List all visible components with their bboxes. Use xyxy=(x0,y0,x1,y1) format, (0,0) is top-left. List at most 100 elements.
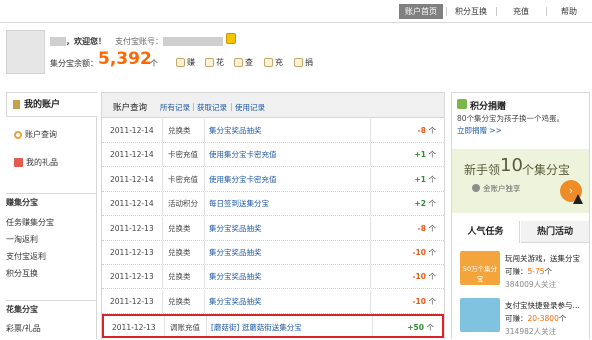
tab-popular-tasks[interactable]: 人气任务 xyxy=(452,221,520,243)
avatar[interactable] xyxy=(6,30,45,74)
spend-section-heading: 花集分宝 xyxy=(6,300,97,314)
record-row: 2011-12-13 调账充值 [蘑菇街] 逛蘑菇街送集分宝 +50 个 xyxy=(102,314,444,340)
sidebar-title-label: 我的账户 xyxy=(24,100,61,110)
recharge-action[interactable]: 充 xyxy=(264,57,283,68)
sidebar-item-etao-rebate[interactable]: 一淘返利 xyxy=(6,233,97,247)
cursor-icon xyxy=(573,194,583,204)
nav-points-exchange[interactable]: 积分互换 xyxy=(449,4,493,19)
record-unit: 个 xyxy=(428,296,437,306)
welcome-line: ，欢迎您！ xyxy=(50,36,106,47)
tab-hot-events[interactable]: 热门活动 xyxy=(521,221,589,243)
sidebar-item-task-earn[interactable]: 任务赚集分宝 xyxy=(6,216,97,230)
alipay-account-label: 支付宝账号： xyxy=(115,37,163,46)
right-column: 积分捐赠 80个集分宝为孩子换一个鸡蛋。 立即捐赠 >> 新手领 10 个集分宝… xyxy=(451,92,590,339)
check-action-label: 查 xyxy=(245,58,253,67)
record-desc[interactable]: [蘑菇街] 逛蘑菇街送集分宝 xyxy=(211,316,302,340)
balance-label: 集分宝余额： xyxy=(50,59,98,68)
earn-section-heading: 赚集分宝 xyxy=(6,193,97,207)
sidebar-item-points-exchange[interactable]: 积分互换 xyxy=(6,267,97,281)
record-unit: 个 xyxy=(428,199,437,209)
banner-sub: 金账户独享 xyxy=(483,184,521,193)
record-type: 卡密充值 xyxy=(168,174,198,184)
task-title[interactable]: 支付宝快捷登录参与… xyxy=(505,300,580,311)
record-type: 活动积分 xyxy=(168,199,198,209)
task-earn-value: 5-75 xyxy=(527,267,545,276)
newbie-banner[interactable]: 新手领 10 个集分宝 金账户独享 › xyxy=(452,149,589,213)
record-unit: 个 xyxy=(426,323,435,333)
spend-icon xyxy=(205,58,214,67)
column-divider xyxy=(164,316,165,337)
record-amount: -10 xyxy=(412,272,426,282)
panel-header: 账户查询 所有记录 | 获取记录 | 使用记录 xyxy=(102,93,444,118)
earn-action-label: 赚 xyxy=(187,58,195,67)
check-action[interactable]: 查 xyxy=(234,57,253,68)
record-type: 兑换类 xyxy=(168,248,191,257)
record-unit: 个 xyxy=(428,272,437,282)
nav-divider xyxy=(496,7,497,16)
column-divider xyxy=(204,265,205,289)
sidebar-item-lottery-gifts[interactable]: 彩票/礼品 xyxy=(6,322,97,336)
tab-earn-records[interactable]: 获取记录 xyxy=(197,102,227,113)
nav-help[interactable]: 帮助 xyxy=(549,4,589,19)
record-row: 2011-12-14 活动积分 每日签到送集分宝 +2 个 xyxy=(102,192,444,217)
record-desc[interactable]: 使用集分宝卡密充值 xyxy=(209,168,277,192)
record-unit: 个 xyxy=(428,174,437,184)
column-divider xyxy=(204,167,205,191)
earn-action[interactable]: 赚 xyxy=(176,57,195,68)
record-type: 调账充值 xyxy=(170,323,200,333)
task-earn: 可赚：20-3800个 xyxy=(505,313,566,324)
record-date: 2011-12-13 xyxy=(110,248,154,257)
sidebar-title[interactable]: 我的账户 xyxy=(6,92,97,117)
spend-action[interactable]: 花 xyxy=(205,57,224,68)
task-title[interactable]: 玩闯关游戏，送集分宝 xyxy=(505,253,580,264)
record-desc[interactable]: 集分宝奖品抽奖 xyxy=(209,241,262,265)
recharge-action-label: 充 xyxy=(275,58,283,67)
column-divider xyxy=(204,143,205,167)
record-desc[interactable]: 集分宝奖品抽奖 xyxy=(209,119,262,143)
record-desc[interactable]: 每日签到送集分宝 xyxy=(209,192,269,216)
top-divider xyxy=(0,22,592,23)
task-thumbnail[interactable] xyxy=(460,298,500,332)
tab-all-records[interactable]: 所有记录 xyxy=(160,102,190,113)
record-row: 2011-12-13 兑换类 集分宝奖品抽奖 -8 个 xyxy=(102,216,444,241)
donate-icon xyxy=(294,58,303,67)
nav-recharge[interactable]: 充值 xyxy=(499,4,543,19)
masked-account xyxy=(163,37,223,46)
record-amount: -8 xyxy=(417,126,426,135)
nav-account-home[interactable]: 账户首页 xyxy=(399,4,443,19)
sidebar-item-account-query[interactable]: 账户查询 xyxy=(6,128,97,142)
column-divider xyxy=(204,216,205,240)
tab-use-records[interactable]: 使用记录 xyxy=(235,102,265,113)
record-desc[interactable]: 使用集分宝卡密充值 xyxy=(209,143,277,167)
column-divider xyxy=(162,216,163,240)
task-earn-label: 可赚： xyxy=(505,314,528,323)
task-thumbnail[interactable]: 50万个集分宝 xyxy=(460,251,500,285)
search-icon xyxy=(14,130,22,139)
donate-action[interactable]: 捐 xyxy=(294,57,313,68)
home-icon xyxy=(13,100,20,109)
record-desc[interactable]: 集分宝奖品抽奖 xyxy=(209,217,262,241)
sidebar-item-my-gifts[interactable]: 我的礼品 xyxy=(6,156,97,170)
donate-link[interactable]: 立即捐赠 >> xyxy=(457,125,502,136)
column-divider xyxy=(370,119,371,142)
column-divider xyxy=(204,289,205,313)
record-unit: 个 xyxy=(428,248,437,257)
sidebar-item-label: 账户查询 xyxy=(25,130,57,139)
recharge-icon xyxy=(264,58,273,67)
record-desc[interactable]: 集分宝奖品抽奖 xyxy=(209,265,262,289)
gold-account-icon xyxy=(472,184,480,192)
column-divider xyxy=(204,241,205,264)
column-divider xyxy=(204,192,205,216)
tab-divider: | xyxy=(192,102,195,111)
sidebar-item-alipay-rebate[interactable]: 支付宝返利 xyxy=(6,250,97,264)
record-type: 兑换类 xyxy=(168,223,191,233)
record-desc[interactable]: 集分宝奖品抽奖 xyxy=(209,290,262,314)
nav-divider xyxy=(546,7,547,16)
record-date: 2011-12-13 xyxy=(110,223,154,233)
column-divider xyxy=(370,167,371,191)
column-divider xyxy=(162,167,163,191)
donate-desc: 80个集分宝为孩子换一个鸡蛋。 xyxy=(457,114,565,123)
record-row: 2011-12-13 兑换类 集分宝奖品抽奖 -10 个 xyxy=(102,289,444,314)
sidebar: 我的账户 账户查询 我的礼品 赚集分宝 任务赚集分宝 一淘返利 支付宝返利 积分… xyxy=(6,92,97,339)
gold-account-icon xyxy=(226,33,236,44)
